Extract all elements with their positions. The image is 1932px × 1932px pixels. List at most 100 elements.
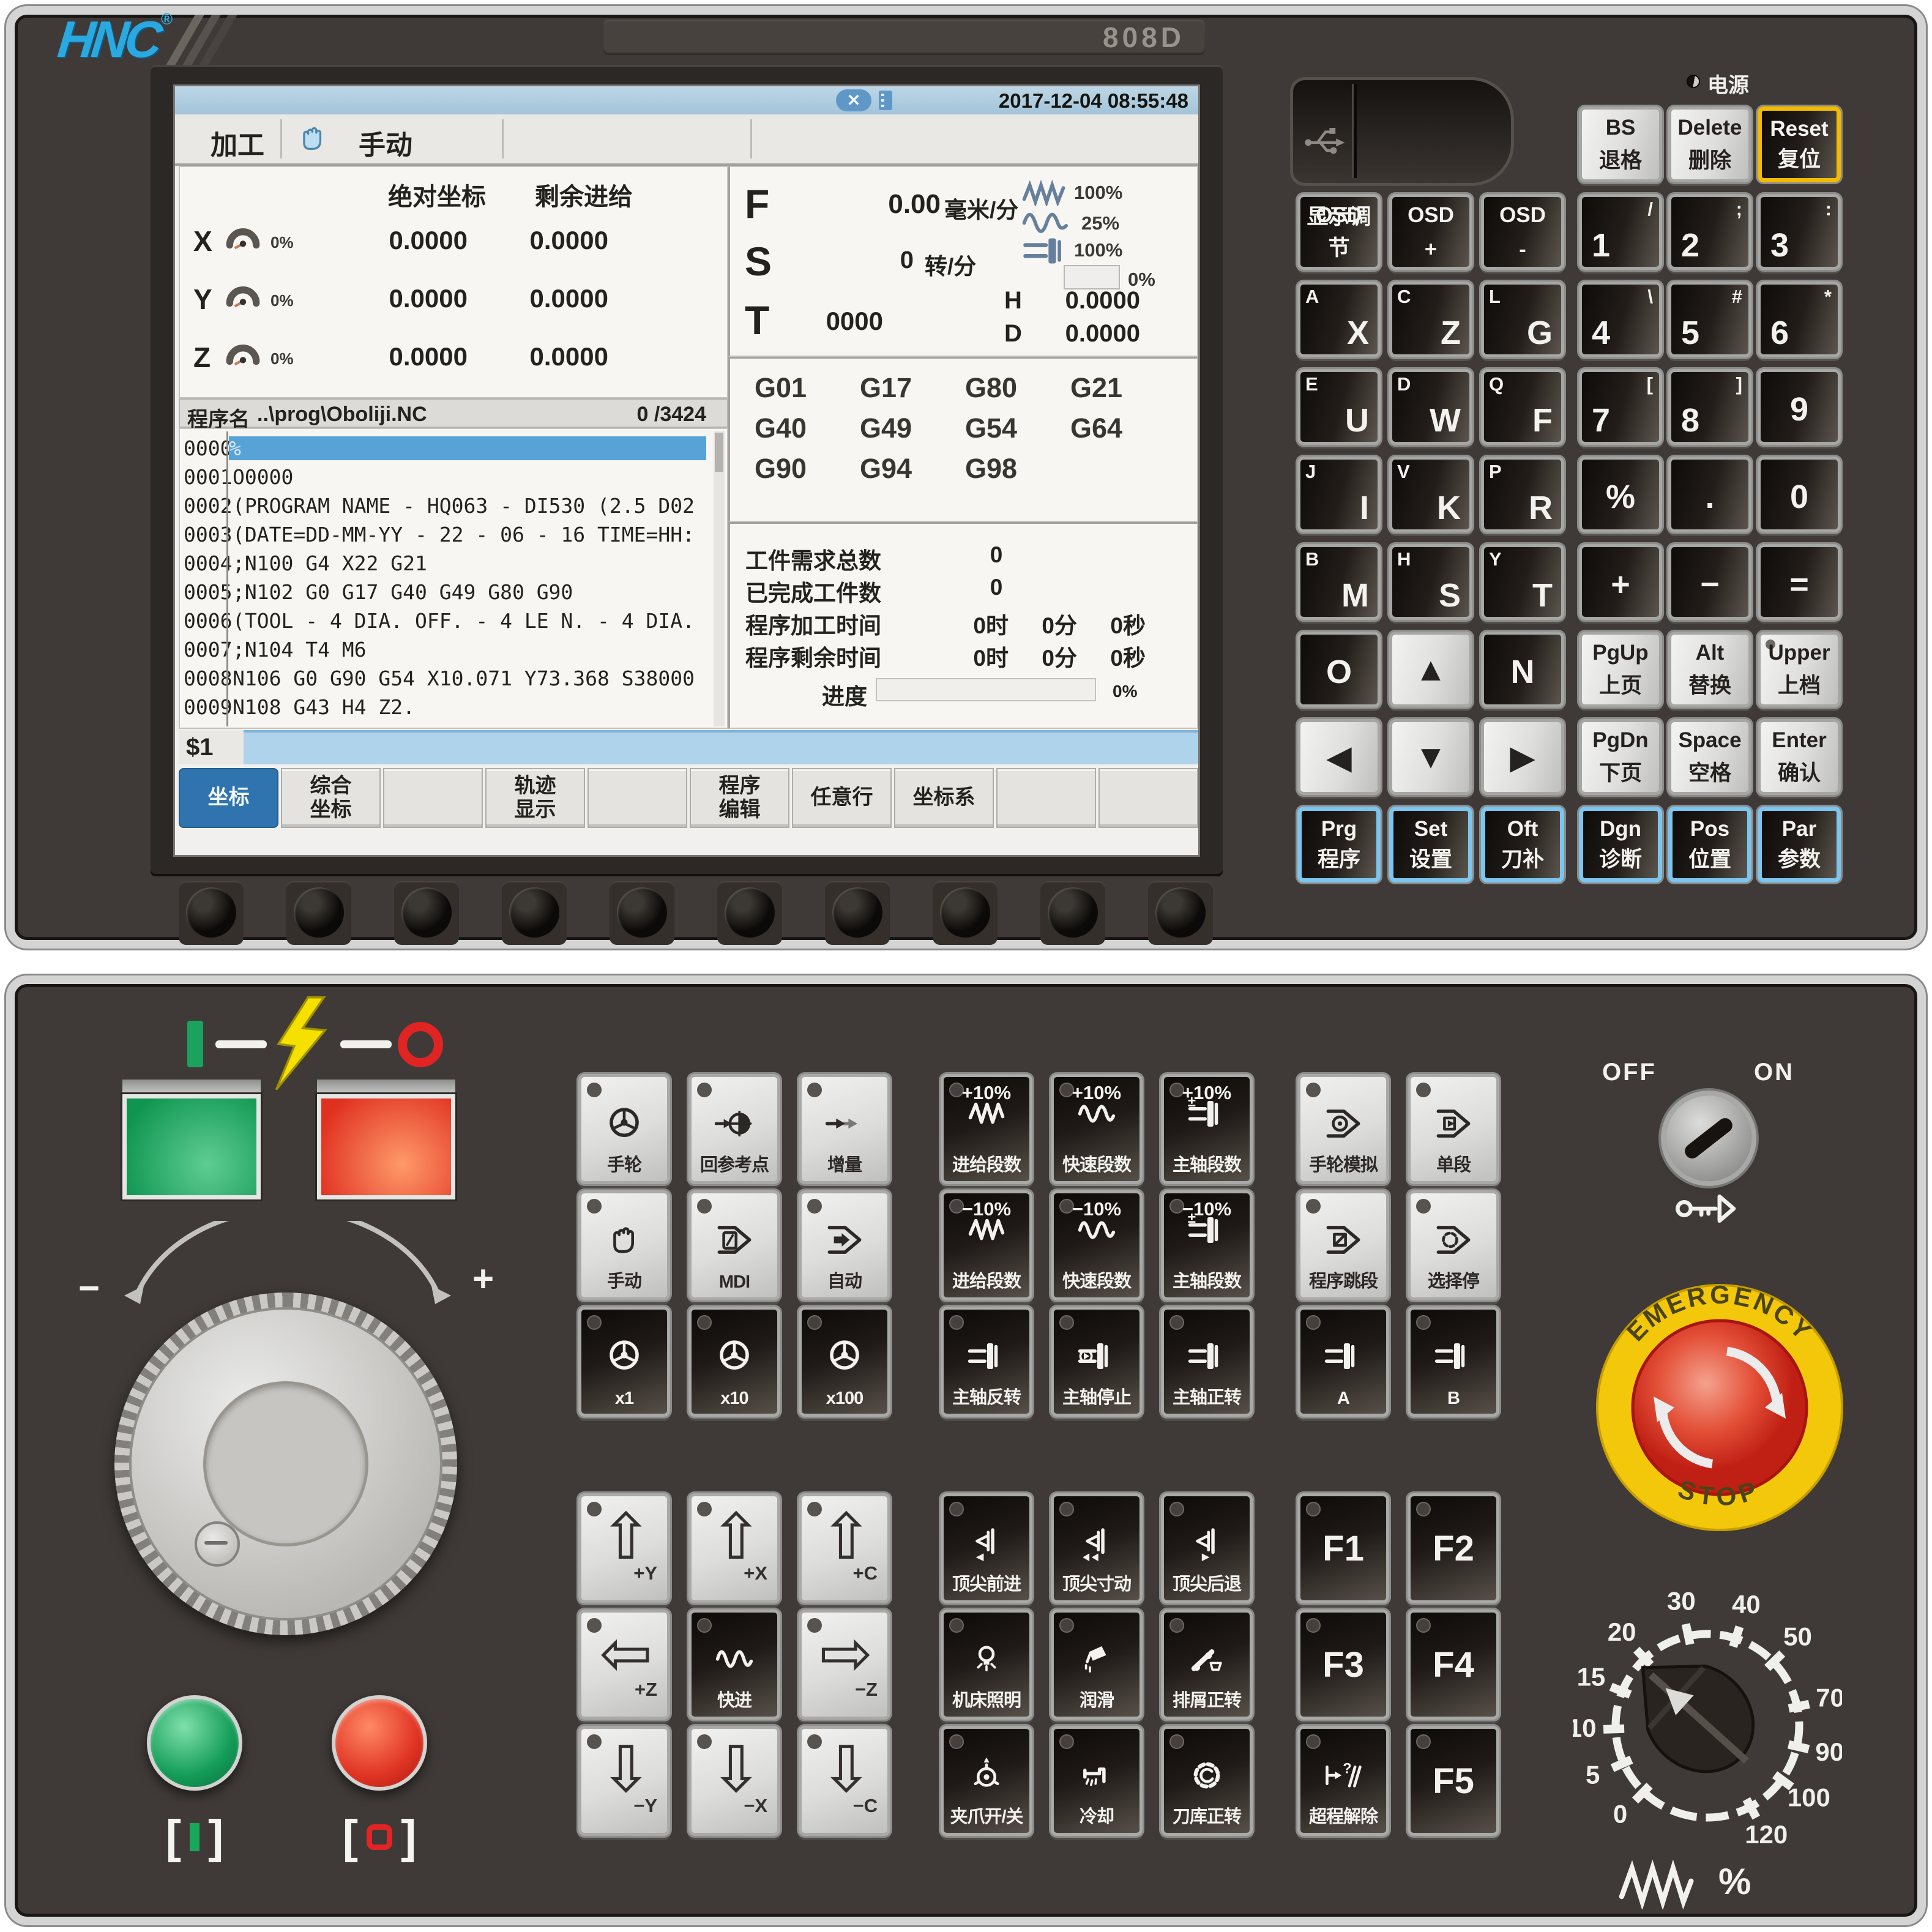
key-w[interactable]: DW xyxy=(1389,369,1472,445)
delete-key[interactable]: Delete删除 xyxy=(1668,106,1751,182)
optional-stop-button[interactable]: 选择停 xyxy=(1408,1190,1499,1300)
program-skip-button[interactable]: 程序跳段 xyxy=(1297,1190,1389,1300)
jog-minus-y-button[interactable]: ⇩−Y xyxy=(578,1726,670,1836)
soft-key-9[interactable] xyxy=(1040,881,1105,945)
osd-plus-key[interactable]: OSD+ xyxy=(1389,194,1472,270)
spindle-override-minus-button[interactable]: −10%±主轴段数 xyxy=(1161,1190,1253,1300)
x100-button[interactable]: x100 xyxy=(799,1307,890,1417)
mdi-mode-button[interactable]: MDI xyxy=(688,1190,780,1300)
key-8[interactable]: ]8 xyxy=(1668,369,1751,445)
f2-button[interactable]: F2 xyxy=(1408,1493,1499,1603)
key-r[interactable]: PR xyxy=(1481,457,1564,532)
tool-magazine-button[interactable]: 刀库正转 xyxy=(1161,1726,1253,1836)
tab-coordinate-system[interactable]: 坐标系 xyxy=(894,768,994,828)
scrollbar-thumb[interactable] xyxy=(715,433,723,472)
tailstock-forward-button[interactable]: 顶尖前进 xyxy=(941,1493,1032,1603)
pgup-key[interactable]: PgUp上页 xyxy=(1579,632,1662,707)
jog-plus-x-button[interactable]: ⇧+X xyxy=(688,1493,780,1603)
soft-key-10[interactable] xyxy=(1148,881,1213,945)
scrollbar[interactable] xyxy=(714,431,725,726)
osd-display-key[interactable]: OSD显示调节 xyxy=(1297,194,1381,270)
f3-button[interactable]: F3 xyxy=(1297,1609,1389,1720)
feed-override-dial[interactable]: 051015203040507090100120 xyxy=(1573,1591,1842,1863)
handwheel-mode-button[interactable]: 手轮 xyxy=(578,1074,670,1184)
key-6[interactable]: *6 xyxy=(1758,282,1841,357)
arrow-right-key[interactable]: ▶ xyxy=(1481,719,1564,795)
key-g[interactable]: LG xyxy=(1481,282,1564,357)
soft-key-6[interactable] xyxy=(717,881,782,945)
jog-minus-x-button[interactable]: ⇩−X xyxy=(688,1726,780,1836)
jog-plus-z-button[interactable]: ⇦+Z xyxy=(578,1609,670,1720)
tailstock-jog-button[interactable]: 顶尖寸动 xyxy=(1051,1493,1143,1603)
chip-conveyor-button[interactable]: 排屑正转 xyxy=(1161,1609,1253,1720)
key-k[interactable]: VK xyxy=(1389,457,1472,532)
jog-plus-c-button[interactable]: ⇧+C xyxy=(799,1493,890,1603)
enter-key[interactable]: Enter确认 xyxy=(1758,719,1841,795)
jog-minus-z-button[interactable]: ⇨−Z xyxy=(799,1609,890,1720)
key-m[interactable]: BM xyxy=(1297,544,1381,620)
increment-button[interactable]: 增量 xyxy=(799,1074,890,1184)
alt-key[interactable]: Alt替换 xyxy=(1668,632,1751,707)
jog-minus-c-button[interactable]: ⇩−C xyxy=(799,1726,890,1836)
rapid-jog-button[interactable]: 快进 xyxy=(688,1609,780,1720)
set-key[interactable]: Set设置 xyxy=(1389,807,1472,882)
key-t[interactable]: YT xyxy=(1481,544,1564,620)
tab-blank-4[interactable] xyxy=(1098,768,1198,828)
key-2[interactable]: ;2 xyxy=(1668,194,1751,270)
key-1[interactable]: /1 xyxy=(1579,194,1662,270)
soft-key-2[interactable] xyxy=(286,881,351,945)
rapid-override-plus-button[interactable]: +10%快速段数 xyxy=(1051,1074,1143,1184)
key-plus[interactable]: + xyxy=(1579,544,1662,620)
key-4[interactable]: \4 xyxy=(1579,282,1662,357)
arrow-down-key[interactable]: ▼ xyxy=(1389,719,1472,795)
key-n[interactable]: N xyxy=(1481,632,1564,707)
f5-button[interactable]: F5 xyxy=(1408,1726,1499,1836)
cycle-start-button[interactable] xyxy=(147,1695,242,1791)
spindle-cw-button[interactable]: 主轴正转 xyxy=(1161,1307,1253,1417)
soft-key-4[interactable] xyxy=(502,881,567,945)
x1-button[interactable]: x1 xyxy=(578,1307,670,1417)
key-3[interactable]: :3 xyxy=(1758,194,1841,270)
soft-key-5[interactable] xyxy=(610,881,674,945)
tab-coordinates[interactable]: 坐标 xyxy=(179,768,278,828)
dgn-key[interactable]: Dgn诊断 xyxy=(1579,807,1662,882)
tab-blank-1[interactable] xyxy=(383,768,483,828)
program-protect-key-switch[interactable] xyxy=(1666,1095,1751,1181)
tab-blank-3[interactable] xyxy=(996,768,1096,828)
key-i[interactable]: JI xyxy=(1297,457,1381,532)
emergency-stop-button[interactable]: EMERGENCY STOP xyxy=(1591,1279,1848,1536)
reset-key[interactable]: Reset复位 xyxy=(1758,106,1841,182)
key-s[interactable]: HS xyxy=(1389,544,1472,620)
auto-mode-button[interactable]: 自动 xyxy=(799,1190,890,1300)
key-minus[interactable]: − xyxy=(1668,544,1751,620)
f1-button[interactable]: F1 xyxy=(1297,1493,1389,1603)
prg-key[interactable]: Prg程序 xyxy=(1297,807,1381,882)
f4-button[interactable]: F4 xyxy=(1408,1609,1499,1720)
tab-any-line[interactable]: 任意行 xyxy=(792,768,892,828)
key-f[interactable]: QF xyxy=(1481,369,1564,445)
arrow-left-key[interactable]: ◀ xyxy=(1297,719,1381,795)
space-key[interactable]: Space空格 xyxy=(1668,719,1751,795)
tab-trajectory-display[interactable]: 轨迹 显示 xyxy=(485,768,585,828)
ref-point-button[interactable]: 回参考点 xyxy=(688,1074,780,1184)
feed-override-plus-button[interactable]: +10%进给段数 xyxy=(941,1074,1032,1184)
spindle-override-plus-button[interactable]: +10%±主轴段数 xyxy=(1161,1074,1253,1184)
jog-plus-y-button[interactable]: ⇧+Y xyxy=(578,1493,670,1603)
pgdn-key[interactable]: PgDn下页 xyxy=(1579,719,1662,795)
machine-light-button[interactable]: 机床照明 xyxy=(941,1609,1032,1720)
spindle-b-button[interactable]: B xyxy=(1408,1307,1499,1417)
power-on-button[interactable] xyxy=(122,1094,261,1199)
x10-button[interactable]: x10 xyxy=(688,1307,780,1417)
key-percent[interactable]: % xyxy=(1579,457,1662,532)
manual-mode-button[interactable]: 手动 xyxy=(578,1190,670,1300)
key-dot[interactable]: . xyxy=(1668,457,1751,532)
key-o[interactable]: O xyxy=(1297,632,1381,707)
arrow-up-key[interactable]: ▲ xyxy=(1389,632,1472,707)
tab-program-edit[interactable]: 程序 编辑 xyxy=(690,768,789,828)
upper-key[interactable]: Upper上档 xyxy=(1758,632,1841,707)
chuck-button[interactable]: 夹爪开/关 xyxy=(941,1726,1032,1836)
key-0[interactable]: 0 xyxy=(1758,457,1841,532)
single-block-button[interactable]: 单段 xyxy=(1408,1074,1499,1184)
spindle-ccw-button[interactable]: 主轴反转 xyxy=(941,1307,1032,1417)
osd-minus-key[interactable]: OSD- xyxy=(1481,194,1564,270)
